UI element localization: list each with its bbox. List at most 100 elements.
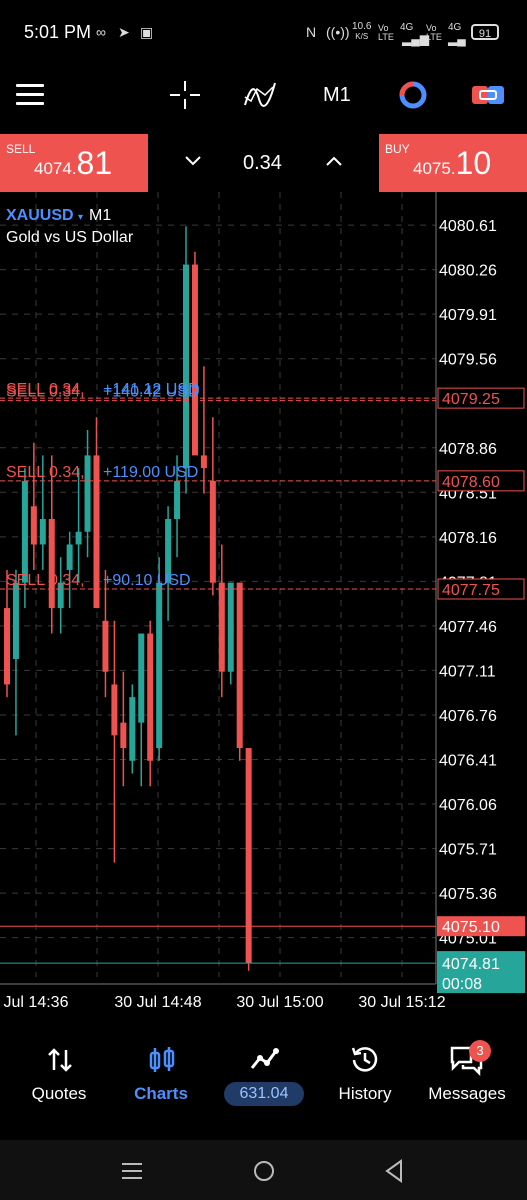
candle-body <box>227 582 234 672</box>
y-tick-label: 4076.06 <box>439 797 497 814</box>
candle-body <box>102 620 109 672</box>
lot-decrease-icon[interactable] <box>184 154 202 168</box>
y-tick-label: 4080.26 <box>439 263 497 280</box>
sell-label: SELL <box>6 142 36 156</box>
position-price-label: 4078.60 <box>442 474 500 491</box>
x-tick-label: 30 Jul 15:12 <box>358 994 445 1011</box>
candle-body <box>66 544 73 570</box>
y-tick-label: 4078.16 <box>439 530 497 547</box>
y-tick-label: 4080.61 <box>439 218 497 235</box>
lot-input[interactable]: 0.34 <box>243 152 282 175</box>
position-label: SELL 0.34, <box>6 464 85 481</box>
lot-increase-icon[interactable] <box>325 154 343 168</box>
charts-icon[interactable] <box>148 1046 176 1074</box>
candle-body <box>75 531 82 545</box>
signal-2-icon: ▂▄ <box>448 32 466 46</box>
sell-button[interactable]: SELL 4074.81 <box>0 134 148 192</box>
candle-body <box>218 582 225 672</box>
buy-label: BUY <box>385 142 410 156</box>
candle-body <box>200 455 207 469</box>
candle-body <box>30 506 37 545</box>
bid-timer: 00:08 <box>442 976 482 993</box>
ask-label: 4075.10 <box>442 919 500 936</box>
nav-history[interactable]: History <box>310 1084 420 1104</box>
speed-unit: K/S <box>355 32 369 41</box>
candle-body <box>209 480 216 583</box>
new-order-icon[interactable] <box>471 82 505 108</box>
nav-charts[interactable]: Charts <box>106 1084 216 1104</box>
symbol-description: Gold vs US Dollar <box>6 229 134 246</box>
y-tick-label: 4078.86 <box>439 441 497 458</box>
back-icon[interactable] <box>382 1158 406 1184</box>
y-tick-label: 4075.36 <box>439 886 497 903</box>
position-profit: +119.00 USD <box>103 464 198 481</box>
candle-body <box>156 582 163 749</box>
candle-body <box>12 582 19 659</box>
quotes-icon[interactable] <box>47 1046 73 1074</box>
trade-icon[interactable] <box>249 1046 279 1072</box>
candle-body <box>236 582 243 749</box>
signal-1-icon: ▂▄▆ <box>402 32 429 46</box>
candle-body <box>120 722 127 749</box>
nfc-icon: N <box>306 24 317 40</box>
candle-body <box>147 633 154 761</box>
home-icon[interactable] <box>252 1159 276 1183</box>
history-icon[interactable] <box>350 1044 380 1074</box>
volte-2: Vo LTE <box>426 23 442 42</box>
crosshair-icon[interactable] <box>168 79 202 111</box>
y-tick-label: 4075.71 <box>439 842 497 859</box>
candle-body <box>129 697 136 761</box>
x-tick-label: 30 Jul 15:00 <box>236 994 323 1011</box>
sell-price: 4074.81 <box>34 145 113 181</box>
buy-button[interactable]: BUY 4075.10 <box>379 134 527 192</box>
network-speed: 10.6 K/S <box>352 22 371 42</box>
link-icon: ∞ <box>96 24 106 40</box>
nav-quotes[interactable]: Quotes <box>4 1084 114 1104</box>
candle-body <box>174 480 181 520</box>
bid-label: 4074.81 <box>442 956 500 973</box>
timeframe-button[interactable]: M1 <box>323 84 351 107</box>
hotspot-icon: ((•)) <box>326 24 350 40</box>
candle-body <box>191 264 198 456</box>
telegram-icon: ➤ <box>118 24 130 40</box>
candle-body <box>183 264 189 469</box>
y-tick-label: 4077.11 <box>439 663 496 680</box>
menu-icon[interactable] <box>16 84 44 106</box>
candle-body <box>111 684 118 736</box>
x-tick-label: Jul 14:36 <box>4 994 69 1011</box>
symbol-name[interactable]: XAUUSD ▾ <box>6 207 83 225</box>
indicators-icon[interactable] <box>243 79 277 111</box>
y-tick-label: 4077.46 <box>439 619 497 636</box>
recents-icon[interactable] <box>120 1160 144 1182</box>
position-profit: +140.42 USD <box>103 384 200 401</box>
battery-icon: 91 <box>471 24 499 40</box>
price-chart[interactable]: 4080.61 4080.26 4079.91 4079.56 4078.86 4078.… <box>0 192 527 1020</box>
one-click-trading-icon[interactable] <box>397 80 429 110</box>
y-tick-label: 4076.76 <box>439 708 497 725</box>
speed-value: 10.6 <box>352 21 372 32</box>
y-tick-label: 4079.56 <box>439 352 497 369</box>
candle-body <box>48 519 55 609</box>
candle-body <box>39 519 46 545</box>
position-price-label: 4079.25 <box>442 391 500 408</box>
symbol-timeframe: M1 <box>89 207 112 224</box>
sim-icon: ▣ <box>140 24 154 40</box>
y-tick-label: 4079.91 <box>439 307 497 324</box>
y-tick-label: 4076.41 <box>439 753 497 770</box>
x-tick-label: 30 Jul 14:48 <box>114 994 201 1011</box>
candle-body <box>4 608 10 685</box>
candle-body <box>138 633 145 723</box>
candle-body <box>245 748 252 964</box>
candle-body <box>93 455 100 609</box>
position-profit: +90.10 USD <box>103 572 191 589</box>
nav-trade-balance[interactable]: 631.04 <box>224 1082 304 1106</box>
status-time: 5:01 PM <box>24 22 92 42</box>
position-price-label: 4077.75 <box>442 582 500 599</box>
nav-messages[interactable]: Messages <box>412 1084 522 1104</box>
candle-body <box>21 480 28 583</box>
volte-1: Vo LTE <box>378 23 394 42</box>
position-label: SELL 0.34, <box>6 384 85 401</box>
buy-price: 4075.10 <box>413 145 492 181</box>
messages-badge: 3 <box>469 1040 491 1062</box>
candle-body <box>84 455 91 532</box>
